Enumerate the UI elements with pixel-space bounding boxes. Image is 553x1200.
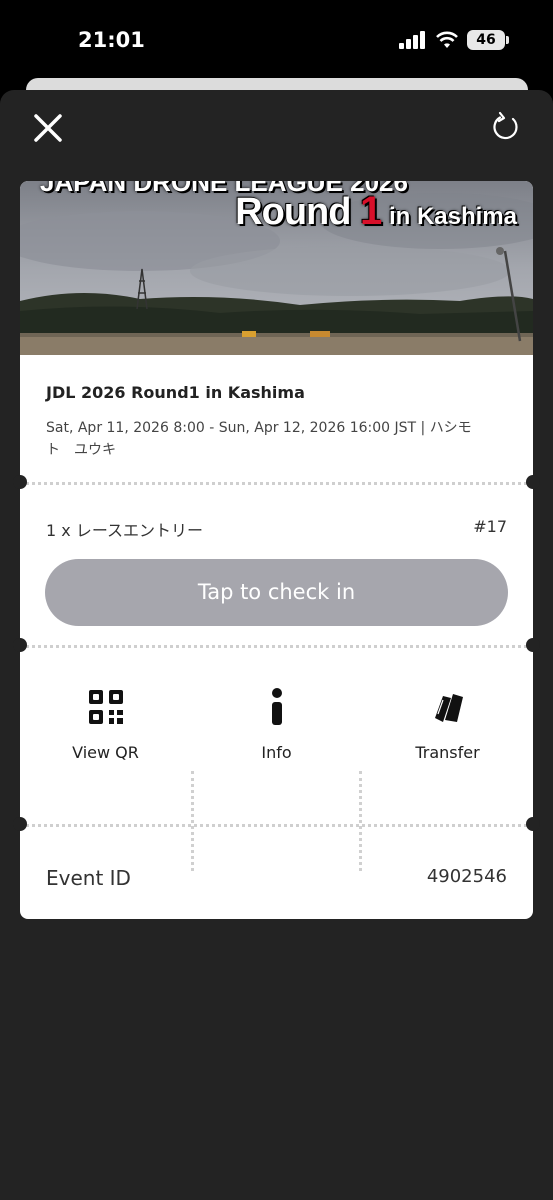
event-id-value: 4902546: [426, 866, 507, 887]
view-qr-button[interactable]: View QR: [20, 681, 191, 781]
status-bar: 21:01 46: [0, 0, 553, 80]
event-id-label: Event ID: [46, 866, 131, 890]
info-label: Info: [261, 743, 292, 762]
refresh-icon[interactable]: [491, 110, 521, 142]
wifi-icon: [436, 31, 458, 48]
status-icons: 46: [399, 30, 509, 50]
entry-number: #17: [473, 517, 507, 536]
event-title: JDL 2026 Round1 in Kashima: [46, 383, 305, 402]
perforation-divider: [20, 824, 533, 827]
action-divider: [191, 771, 194, 871]
info-button[interactable]: Info: [191, 681, 362, 781]
ticket-notch: [13, 638, 27, 652]
entry-item: 1 x レースエントリー: [46, 521, 204, 540]
ticket-notch: [13, 817, 27, 831]
info-icon: [271, 688, 282, 725]
qr-code-icon: [88, 690, 123, 724]
ticket-notch: [526, 817, 540, 831]
transfer-label: Transfer: [415, 743, 480, 762]
close-icon[interactable]: [30, 110, 66, 146]
perforation-divider: [20, 482, 533, 485]
ticket-notch: [526, 475, 540, 489]
transfer-ticket-icon: [434, 694, 463, 722]
event-date: Sat, Apr 11, 2026 8:00 - Sun, Apr 12, 20…: [46, 420, 472, 458]
ticket-card: JAPAN DRONE LEAGUE 2026 Round 1 in Kashi…: [20, 181, 533, 919]
status-time: 21:01: [78, 28, 145, 52]
signal-icon: [399, 31, 425, 49]
perforation-divider: [20, 645, 533, 648]
view-qr-label: View QR: [72, 743, 139, 762]
ticket-notch: [13, 475, 27, 489]
action-divider: [359, 771, 362, 871]
banner-title: Round 1 in Kashima: [235, 189, 517, 233]
ticket-notch: [526, 638, 540, 652]
ticket-sheet: JAPAN DRONE LEAGUE 2026 Round 1 in Kashi…: [0, 90, 553, 1200]
ticket-actions: View QR Info Transfer: [20, 681, 533, 781]
battery-icon: 46: [467, 30, 509, 50]
transfer-button[interactable]: Transfer: [362, 681, 533, 781]
check-in-button[interactable]: Tap to check in: [45, 559, 508, 626]
event-banner-image: JAPAN DRONE LEAGUE 2026 Round 1 in Kashi…: [20, 181, 533, 355]
